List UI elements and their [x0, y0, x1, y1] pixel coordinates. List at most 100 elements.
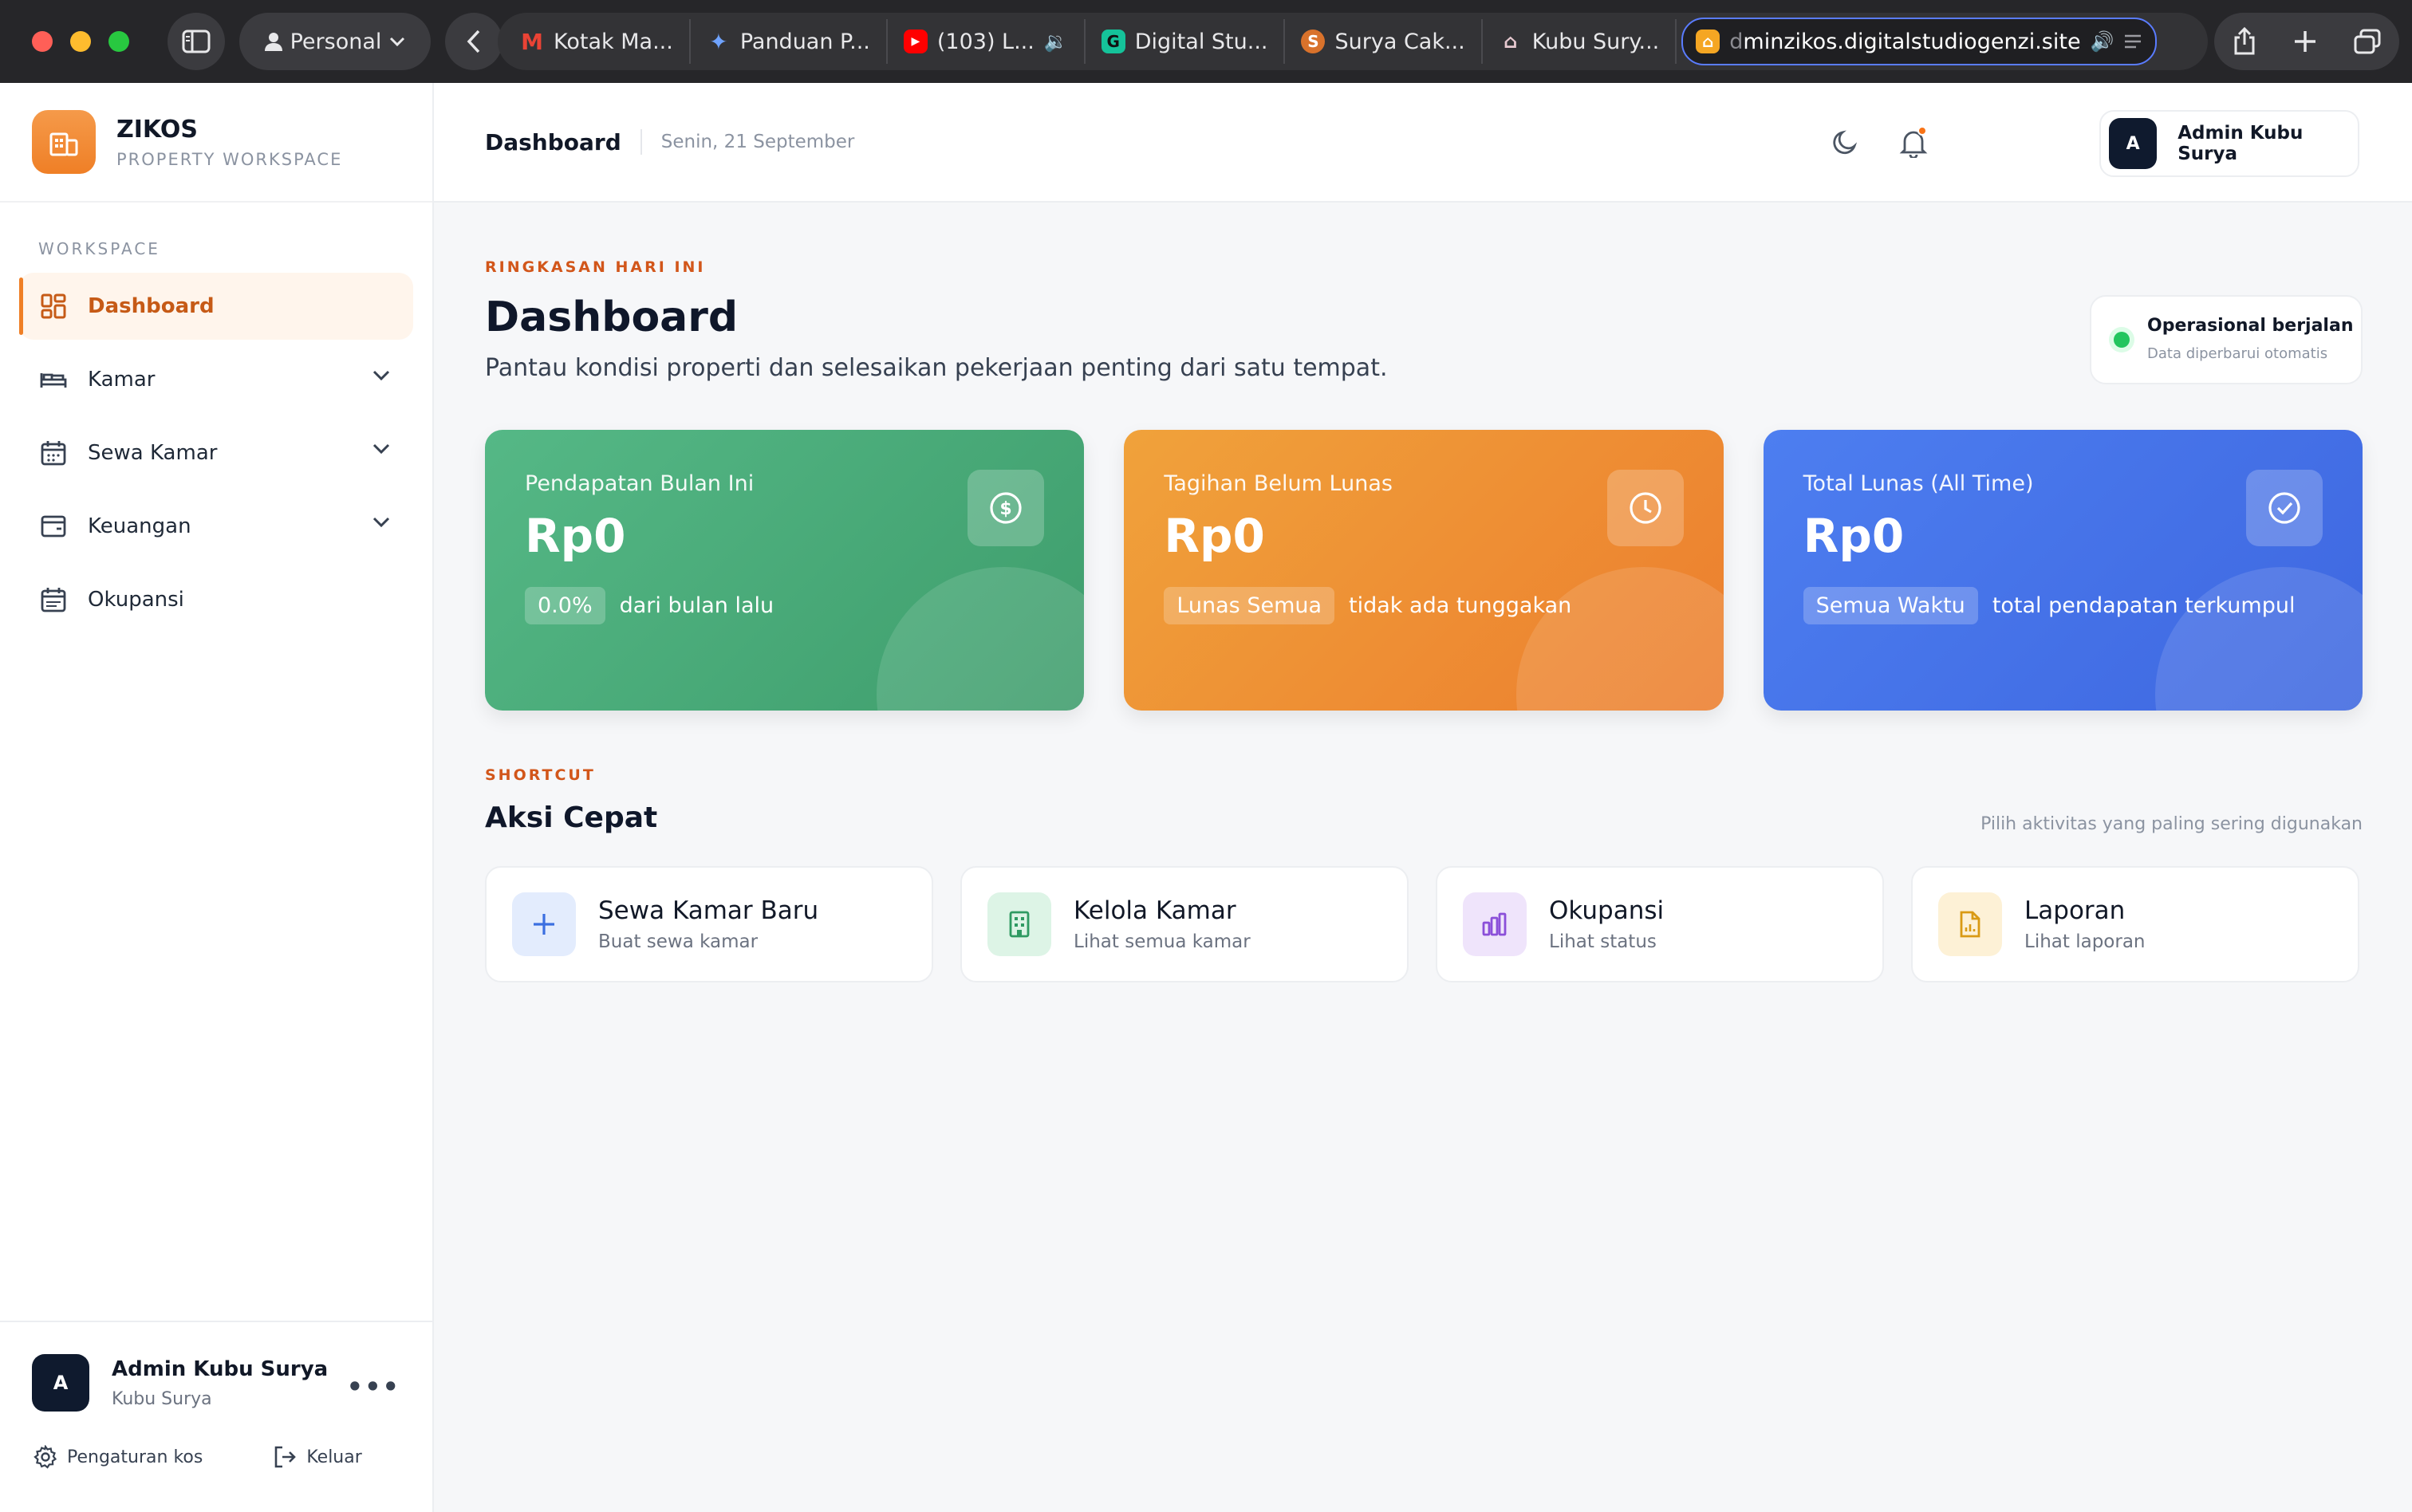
browser-tab[interactable]: S Surya Cak...: [1285, 19, 1483, 64]
status-subtitle: Data diperbarui otomatis: [2147, 345, 2328, 362]
building-logo-icon: [32, 110, 96, 174]
back-button[interactable]: [445, 13, 503, 70]
wallet-icon: [38, 511, 69, 541]
brand: ZIKOS PROPERTY WORKSPACE: [0, 83, 432, 203]
share-icon[interactable]: [2233, 27, 2256, 56]
grammarly-icon: G: [1101, 30, 1125, 53]
check-circle-icon: [2245, 470, 2323, 546]
zoom-window-button[interactable]: [108, 31, 129, 52]
summary-eyebrow: RINGKASAN HARI INI: [485, 258, 706, 276]
browser-tab[interactable]: ⌂ Kubu Sury...: [1483, 19, 1677, 64]
sidebar-item-label: Kamar: [88, 368, 156, 392]
chevron-down-icon[interactable]: [372, 368, 391, 381]
tab-overview-icon[interactable]: [2354, 29, 2381, 54]
tab-label: Kubu Sury...: [1531, 29, 1660, 54]
avatar: A: [2109, 118, 2158, 169]
logout-icon: [275, 1446, 297, 1468]
app-sidebar: ZIKOS PROPERTY WORKSPACE WORKSPACE Dashb…: [0, 83, 434, 1512]
action-subtitle: Lihat semua kamar: [1074, 931, 1251, 952]
browser-tab[interactable]: ▶ (103) L... 🔉: [888, 19, 1086, 64]
browser-chrome: Personal M Kotak Ma... ✦ Panduan P... ▶ …: [0, 0, 2412, 83]
chevron-down-icon[interactable]: [372, 515, 391, 528]
tab-label: Digital Stu...: [1134, 29, 1268, 54]
moon-icon: [1833, 130, 1858, 155]
sidebar-section-label: WORKSPACE: [38, 239, 160, 258]
browser-tab[interactable]: ✦ Panduan P...: [691, 19, 888, 64]
tab-label: Surya Cak...: [1334, 29, 1465, 54]
stat-cards: Pendapatan Bulan Ini Rp0 0.0% dari bulan…: [485, 430, 2363, 711]
header-divider: [640, 129, 642, 155]
theme-toggle-button[interactable]: [1827, 124, 1863, 161]
browser-tab[interactable]: M Kotak Ma...: [504, 19, 691, 64]
sidebar-item-keuangan[interactable]: Keuangan: [19, 493, 413, 560]
active-tab-address-bar[interactable]: ⌂ dminzikos.digitalstudiogenzi.site 🔊: [1681, 18, 2158, 65]
action-subtitle: Buat sewa kamar: [598, 931, 759, 952]
sidebar-item-label: Okupansi: [88, 588, 184, 612]
bed-icon: [38, 364, 69, 395]
stat-card-total-paid[interactable]: Total Lunas (All Time) Rp0 Semua Waktu t…: [1763, 430, 2363, 711]
notifications-button[interactable]: [1895, 124, 1932, 161]
calendar-grid-icon: [38, 585, 69, 615]
action-new-rental[interactable]: Sewa Kamar Baru Buat sewa kamar: [485, 866, 933, 982]
plus-icon: [512, 892, 576, 956]
chevron-down-icon: [390, 37, 405, 47]
page-description: Pantau kondisi properti dan selesaikan p…: [485, 354, 1388, 382]
status-indicator: [2114, 332, 2130, 348]
chevron-down-icon[interactable]: [372, 442, 391, 455]
status-badge: Operasional berjalan Data diperbarui oto…: [2090, 295, 2363, 384]
building-icon: [987, 892, 1051, 956]
avatar: A: [32, 1354, 89, 1412]
youtube-icon: ▶: [903, 30, 928, 53]
minimize-window-button[interactable]: [70, 31, 91, 52]
svg-text:$: $: [1000, 499, 1012, 519]
tab-strip: M Kotak Ma... ✦ Panduan P... ▶ (103) L..…: [498, 13, 2208, 70]
action-subtitle: Lihat status: [1549, 931, 1657, 952]
shortcut-eyebrow: SHORTCUT: [485, 766, 596, 784]
brand-subtitle: PROPERTY WORKSPACE: [116, 149, 343, 169]
shortcut-title: Aksi Cepat: [485, 801, 658, 834]
user-name: Admin Kubu Surya: [112, 1356, 329, 1381]
logout-link[interactable]: Keluar: [273, 1445, 362, 1469]
sidebar-item-dashboard[interactable]: Dashboard: [19, 273, 413, 340]
more-options-icon[interactable]: •••: [347, 1372, 400, 1402]
stat-card-unpaid-bills[interactable]: Tagihan Belum Lunas Rp0 Lunas Semua tida…: [1124, 430, 1724, 711]
sidebar-item-okupansi[interactable]: Okupansi: [19, 566, 413, 633]
clock-icon: [1606, 470, 1684, 546]
browser-actions: [2214, 13, 2399, 70]
shortcut-hint: Pilih aktivitas yang paling sering digun…: [1980, 814, 2363, 834]
chevron-left-icon: [467, 30, 480, 53]
speaker-icon[interactable]: 🔉: [1044, 30, 1068, 53]
gear-icon: [34, 1445, 57, 1469]
header-title: Dashboard: [485, 128, 621, 156]
gmail-icon: M: [521, 28, 543, 55]
action-reports[interactable]: Laporan Lihat laporan: [1911, 866, 2359, 982]
stat-note: tidak ada tunggakan: [1349, 593, 1572, 618]
tab-label: Kotak Ma...: [554, 29, 673, 54]
stat-card-monthly-income[interactable]: Pendapatan Bulan Ini Rp0 0.0% dari bulan…: [485, 430, 1085, 711]
settings-link[interactable]: Pengaturan kos: [34, 1445, 203, 1469]
action-manage-rooms[interactable]: Kelola Kamar Lihat semua kamar: [960, 866, 1409, 982]
sidebar-item-kamar[interactable]: Kamar: [19, 346, 413, 413]
sidebar-item-label: Keuangan: [88, 514, 191, 538]
sidebar-item-label: Sewa Kamar: [88, 441, 218, 465]
browser-tab[interactable]: G Digital Stu...: [1086, 19, 1286, 64]
sidebar-item-sewa-kamar[interactable]: Sewa Kamar: [19, 419, 413, 486]
site-s-icon: S: [1301, 30, 1326, 53]
action-title: Okupansi: [1549, 896, 1665, 925]
sidebar-footer: A Admin Kubu Surya Kubu Surya ••• Pengat…: [0, 1321, 432, 1512]
quick-actions: Sewa Kamar Baru Buat sewa kamar Kelola K…: [485, 866, 2363, 982]
site-house-icon: ⌂: [1504, 30, 1518, 53]
new-tab-icon[interactable]: [2293, 30, 2317, 53]
profile-label: Personal: [290, 29, 382, 54]
account-menu[interactable]: A Admin Kubu Surya: [2099, 110, 2359, 177]
stat-badge: Semua Waktu: [1803, 587, 1978, 624]
browser-sidebar-toggle[interactable]: [168, 13, 225, 70]
action-occupancy[interactable]: Okupansi Lihat status: [1436, 866, 1884, 982]
url-text: minzikos.digitalstudiogenzi.site: [1743, 29, 2081, 54]
close-window-button[interactable]: [32, 31, 53, 52]
stat-badge: 0.0%: [525, 587, 605, 624]
reader-icon[interactable]: [2123, 33, 2142, 49]
profile-switcher[interactable]: Personal: [239, 13, 431, 70]
audio-icon[interactable]: 🔊: [2091, 30, 2114, 53]
sidebar-icon: [182, 30, 211, 53]
